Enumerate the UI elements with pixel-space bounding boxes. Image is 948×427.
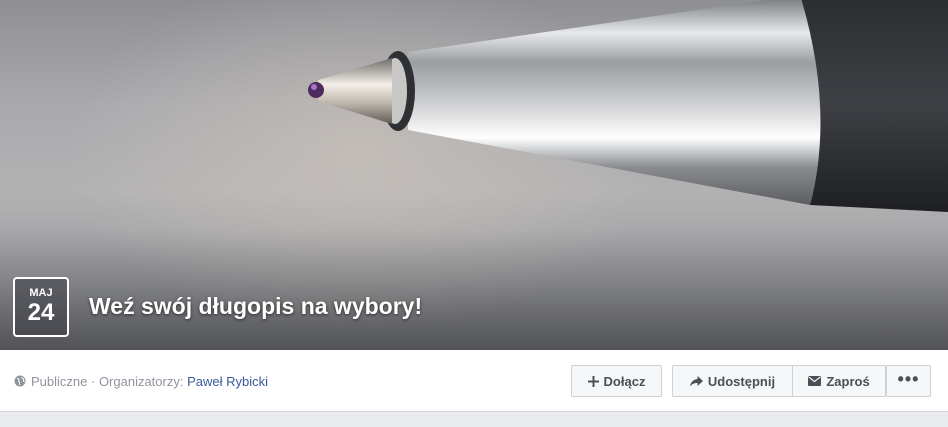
share-button[interactable]: Udostępnij	[672, 365, 793, 397]
privacy-label: Publiczne	[31, 374, 88, 389]
event-header: MAJ 24 Weź swój długopis na wybory! Publ…	[0, 0, 948, 427]
organizer-link[interactable]: Paweł Rybicki	[187, 374, 268, 389]
more-options-button[interactable]: •••	[886, 365, 931, 397]
invite-button[interactable]: Zaproś	[792, 365, 886, 397]
more-dots-icon: •••	[897, 369, 920, 389]
event-date-badge: MAJ 24	[13, 277, 69, 337]
event-meta: Publiczne · Organizatorzy: Paweł Rybicki	[14, 374, 268, 389]
share-arrow-icon	[689, 375, 703, 386]
envelope-icon	[808, 376, 822, 386]
invite-button-label: Zaproś	[826, 373, 870, 389]
globe-icon	[14, 375, 26, 387]
cover-photo[interactable]: MAJ 24 Weź swój długopis na wybory!	[0, 0, 948, 350]
event-info-bar: Publiczne · Organizatorzy: Paweł Rybicki…	[0, 350, 948, 412]
organizers-label: Organizatorzy:	[98, 374, 184, 389]
event-date-month: MAJ	[29, 287, 53, 299]
share-button-label: Udostępnij	[707, 373, 776, 389]
join-button-label: Dołącz	[603, 373, 646, 389]
event-title: Weź swój długopis na wybory!	[89, 293, 423, 319]
plus-icon	[587, 375, 599, 387]
meta-separator: ·	[87, 374, 99, 389]
join-button[interactable]: Dołącz	[571, 365, 662, 397]
event-date-day: 24	[27, 299, 55, 326]
